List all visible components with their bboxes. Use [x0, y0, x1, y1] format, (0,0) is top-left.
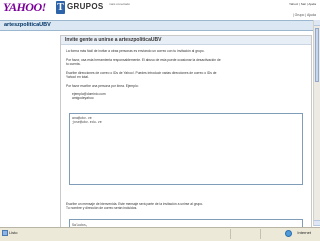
vertical-scrollbar[interactable]	[313, 20, 320, 226]
logo-text: YAHOO!	[3, 0, 46, 14]
one-per-line-text: Por favor escribe una persona por línea.…	[66, 84, 139, 88]
scroll-up-arrow-icon[interactable]	[314, 20, 320, 26]
left-sidebar	[0, 31, 58, 225]
panel-header: Invite gente a unirse a arteszpoliticaUB…	[61, 36, 311, 45]
intro-text: La forma más fácil de invitar a otras pe…	[66, 49, 205, 53]
textarea-line-2: jose@ubv.edu.ve	[72, 120, 102, 124]
emails-textarea[interactable]: ana@ubv.ve jose@ubv.edu.ve	[69, 113, 303, 185]
zone-text: Internet	[297, 230, 311, 235]
group-links[interactable]: | Grupo | Ajuda	[293, 13, 316, 17]
internet-globe-icon	[285, 230, 292, 237]
site-header: YAHOO! T GRUPOS mais conectado Yahoo! | …	[0, 0, 320, 29]
message-instructions-2: Tu nombre y dirección de correo serán in…	[66, 206, 138, 210]
page-status-icon	[2, 230, 8, 236]
scroll-down-arrow-icon[interactable]	[314, 220, 320, 226]
example-line-2: amigodeyahoo	[72, 96, 94, 100]
status-text: Listo	[9, 230, 18, 235]
group-title-bar: arteszpoliticaUBV	[0, 20, 320, 31]
invite-panel: Invite gente a unirse a arteszpoliticaUB…	[60, 35, 312, 230]
nav-tabs: Principal Grupos Meus grupos Criar Ajuda	[0, 15, 230, 29]
scroll-thumb[interactable]	[315, 28, 319, 82]
group-name[interactable]: arteszpoliticaUBV	[4, 22, 51, 28]
instructions-text-2: Yahoo! en total.	[66, 75, 89, 79]
status-bar: Listo Internet	[0, 227, 320, 241]
status-separator	[230, 229, 231, 239]
grupos-brand: GRUPOS	[67, 2, 104, 11]
brand-subtitle: mais conectado	[109, 2, 131, 6]
panel-title: Invite gente a unirse a arteszpoliticaUB…	[65, 37, 162, 43]
browser-page: YAHOO! T GRUPOS mais conectado Yahoo! | …	[0, 0, 320, 241]
top-links[interactable]: Yahoo! | Sair | Ajuda	[289, 2, 316, 6]
status-separator-2	[260, 229, 261, 239]
t-badge-icon: T	[56, 1, 65, 14]
warning-text-2: tu cuenta.	[66, 62, 81, 66]
yahoo-logo[interactable]: YAHOO!	[3, 1, 46, 14]
